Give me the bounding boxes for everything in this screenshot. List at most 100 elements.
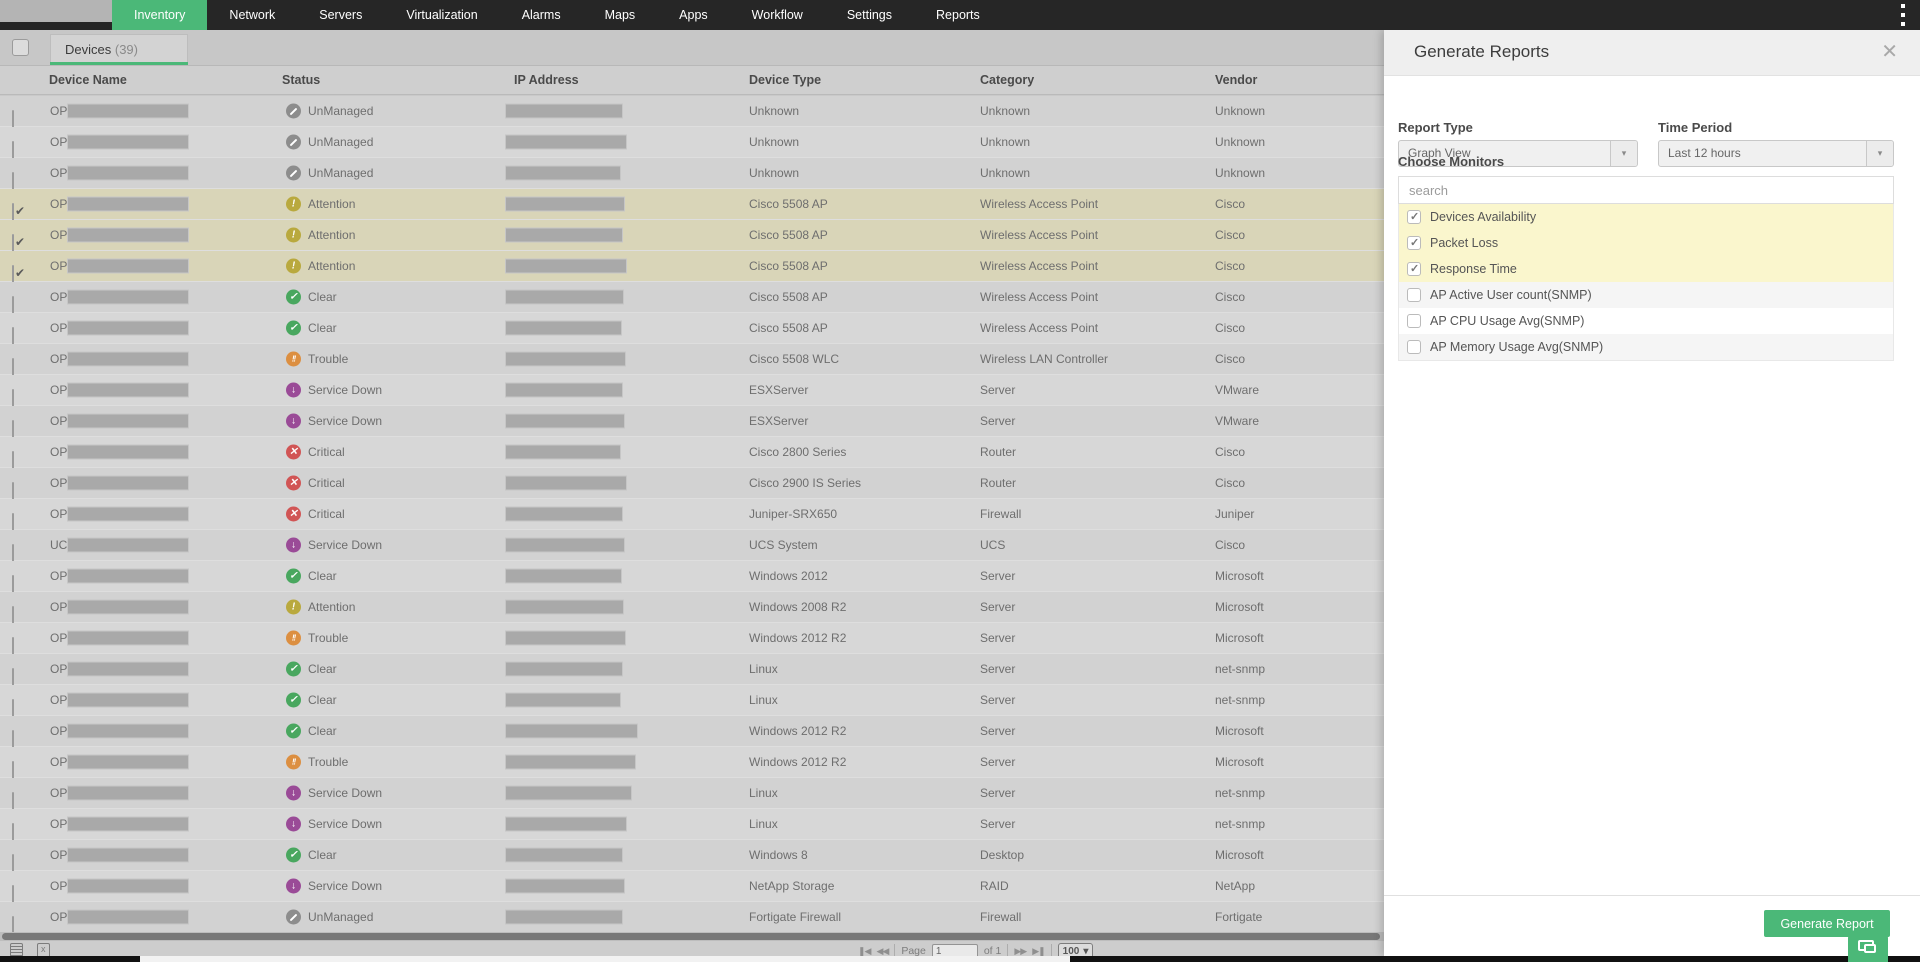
column-header-device-type[interactable]: Device Type — [749, 73, 821, 87]
kebab-menu-icon[interactable] — [1898, 4, 1908, 26]
column-header-vendor[interactable]: Vendor — [1215, 73, 1257, 87]
table-row[interactable]: OP ✓ Clear Windows 2012 Server Microsoft — [0, 561, 1384, 592]
time-period-dropdown[interactable]: Last 12 hours ▾ — [1658, 140, 1894, 167]
nav-tab-settings[interactable]: Settings — [825, 0, 914, 30]
monitor-checkbox[interactable] — [1407, 262, 1421, 276]
table-row[interactable]: OP ✓ Clear Linux Server net-snmp — [0, 685, 1384, 716]
monitor-checkbox[interactable] — [1407, 314, 1421, 328]
column-header-category[interactable]: Category — [980, 73, 1034, 87]
table-row[interactable]: OP ✕ Critical Cisco 2800 Series Router C… — [0, 437, 1384, 468]
status-label: Service Down — [308, 383, 382, 397]
cell-vendor: net-snmp — [1215, 817, 1265, 831]
table-row[interactable]: OP ↓ Service Down ESXServer Server VMwar… — [0, 406, 1384, 437]
table-row[interactable]: OP ↓ Service Down NetApp Storage RAID Ne… — [0, 871, 1384, 902]
table-row[interactable]: OP UnManaged Unknown Unknown Unknown — [0, 127, 1384, 158]
table-row[interactable]: OP ✓ Clear Cisco 5508 AP Wireless Access… — [0, 313, 1384, 344]
nav-tabs: InventoryNetworkServersVirtualizationAla… — [112, 0, 1002, 30]
tab-devices[interactable]: Devices (39) — [50, 34, 188, 65]
monitor-row[interactable]: AP Memory Usage Avg(SNMP) — [1399, 334, 1893, 360]
nav-tab-inventory[interactable]: Inventory — [112, 0, 207, 30]
ip-redaction — [505, 600, 624, 615]
status-label: Service Down — [308, 786, 382, 800]
panel-footer-divider — [1384, 895, 1920, 896]
monitor-search-input[interactable] — [1398, 176, 1894, 204]
nav-tab-workflow[interactable]: Workflow — [730, 0, 825, 30]
nav-tab-virtualization[interactable]: Virtualization — [384, 0, 499, 30]
ip-redaction — [505, 383, 623, 398]
monitor-list: Devices Availability Packet Loss Respons… — [1398, 204, 1894, 361]
table-row[interactable]: OP !! Trouble Windows 2012 R2 Server Mic… — [0, 623, 1384, 654]
table-row[interactable]: OP ✓ Clear Windows 2012 R2 Server Micros… — [0, 716, 1384, 747]
cell-vendor: Unknown — [1215, 135, 1265, 149]
prev-page-icon[interactable]: ◀◀ — [876, 946, 888, 957]
status-label: UnManaged — [308, 104, 373, 118]
nav-tab-apps[interactable]: Apps — [657, 0, 730, 30]
device-name-redaction — [67, 476, 189, 491]
select-all-checkbox[interactable] — [12, 39, 29, 56]
table-row[interactable]: OP ! Attention Windows 2008 R2 Server Mi… — [0, 592, 1384, 623]
feedback-chat-icon[interactable] — [1848, 934, 1888, 962]
time-period-arrow-icon[interactable]: ▾ — [1866, 141, 1893, 166]
table-row[interactable]: OP UnManaged Fortigate Firewall Firewall… — [0, 902, 1384, 933]
table-row[interactable]: OP ✓ Clear Linux Server net-snmp — [0, 654, 1384, 685]
ip-redaction — [505, 817, 627, 832]
table-row[interactable]: OP !! Trouble Windows 2012 R2 Server Mic… — [0, 747, 1384, 778]
monitor-row[interactable]: AP CPU Usage Avg(SNMP) — [1399, 308, 1893, 334]
nav-tab-maps[interactable]: Maps — [583, 0, 658, 30]
table-row[interactable]: OP ! Attention Cisco 5508 AP Wireless Ac… — [0, 189, 1384, 220]
monitor-checkbox[interactable] — [1407, 236, 1421, 250]
device-name-redaction — [67, 724, 189, 739]
table-row[interactable]: OP ! Attention Cisco 5508 AP Wireless Ac… — [0, 251, 1384, 282]
cell-category: Firewall — [980, 507, 1021, 521]
monitor-row[interactable]: Response Time — [1399, 256, 1893, 282]
close-icon[interactable]: ✕ — [1881, 40, 1898, 64]
device-name-redaction — [67, 197, 189, 212]
ip-redaction — [505, 476, 627, 491]
scrollbar-thumb[interactable] — [2, 933, 1380, 940]
generate-report-button[interactable]: Generate Report — [1764, 910, 1890, 937]
monitor-row[interactable]: Packet Loss — [1399, 230, 1893, 256]
table-row[interactable]: OP ↓ Service Down Linux Server net-snmp — [0, 809, 1384, 840]
cell-vendor: Microsoft — [1215, 600, 1264, 614]
monitor-checkbox[interactable] — [1407, 340, 1421, 354]
table-row[interactable]: OP ! Attention Cisco 5508 AP Wireless Ac… — [0, 220, 1384, 251]
cell-device-type: Cisco 5508 AP — [749, 290, 828, 304]
monitor-checkbox[interactable] — [1407, 288, 1421, 302]
first-page-icon[interactable]: ❚◀ — [858, 946, 870, 957]
device-name-redaction — [67, 848, 189, 863]
column-header-status[interactable]: Status — [282, 73, 320, 87]
report-type-label: Report Type — [1398, 120, 1473, 135]
next-page-icon[interactable]: ▶▶ — [1014, 946, 1026, 957]
status-icon — [286, 910, 301, 925]
status-icon: ✕ — [286, 476, 301, 491]
cell-vendor: net-snmp — [1215, 693, 1265, 707]
column-header-ip-address[interactable]: IP Address — [514, 73, 579, 87]
monitor-label: AP Active User count(SNMP) — [1430, 288, 1592, 302]
ip-redaction — [505, 662, 623, 677]
table-row[interactable]: OP UnManaged Unknown Unknown Unknown — [0, 96, 1384, 127]
table-row[interactable]: OP !! Trouble Cisco 5508 WLC Wireless LA… — [0, 344, 1384, 375]
table-row[interactable]: OP ↓ Service Down ESXServer Server VMwar… — [0, 375, 1384, 406]
monitor-checkbox[interactable] — [1407, 210, 1421, 224]
last-page-icon[interactable]: ▶❚ — [1032, 946, 1044, 957]
ip-redaction — [505, 104, 623, 119]
nav-tab-network[interactable]: Network — [207, 0, 297, 30]
monitor-row[interactable]: Devices Availability — [1399, 204, 1893, 230]
report-type-arrow-icon[interactable]: ▾ — [1610, 141, 1637, 166]
nav-tab-alarms[interactable]: Alarms — [500, 0, 583, 30]
nav-tab-servers[interactable]: Servers — [297, 0, 384, 30]
table-row[interactable]: OP ✕ Critical Cisco 2900 IS Series Route… — [0, 468, 1384, 499]
table-row[interactable]: OP ✓ Clear Windows 8 Desktop Microsoft — [0, 840, 1384, 871]
tab-devices-label: Devices — [65, 42, 111, 57]
table-row[interactable]: UCS ↓ Service Down UCS System UCS Cisco — [0, 530, 1384, 561]
column-header-device-name[interactable]: Device Name — [49, 73, 127, 87]
cell-device-type: Windows 2012 R2 — [749, 755, 846, 769]
table-row[interactable]: OP ↓ Service Down Linux Server net-snmp — [0, 778, 1384, 809]
table-row[interactable]: OP ✕ Critical Juniper-SRX650 Firewall Ju… — [0, 499, 1384, 530]
table-row[interactable]: OP ✓ Clear Cisco 5508 AP Wireless Access… — [0, 282, 1384, 313]
cell-category: Wireless Access Point — [980, 259, 1098, 273]
device-name-redaction — [67, 445, 189, 460]
monitor-row[interactable]: AP Active User count(SNMP) — [1399, 282, 1893, 308]
table-row[interactable]: OP UnManaged Unknown Unknown Unknown — [0, 158, 1384, 189]
nav-tab-reports[interactable]: Reports — [914, 0, 1002, 30]
